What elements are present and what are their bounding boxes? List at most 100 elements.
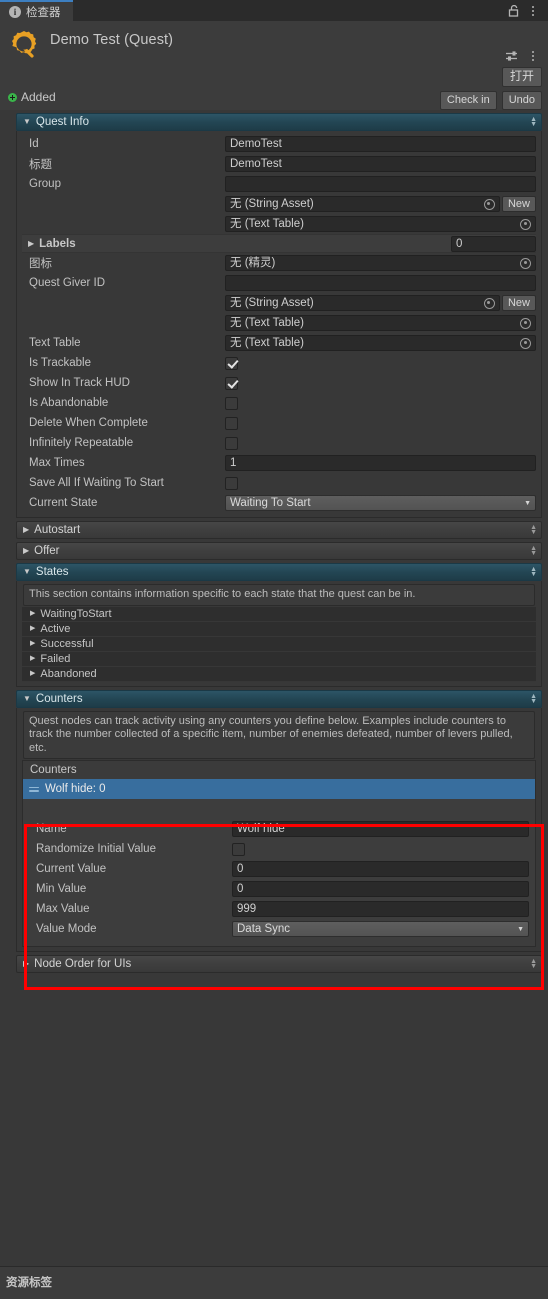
- max-times-input[interactable]: 1: [225, 455, 536, 471]
- giver-text-table-value: 无 (Text Table): [230, 316, 304, 329]
- value-mode-dropdown[interactable]: Data Sync ▼: [232, 921, 529, 937]
- object-picker-icon[interactable]: [520, 317, 531, 329]
- state-foldout-active[interactable]: ▶ Active: [22, 621, 536, 637]
- section-header-autostart[interactable]: ▶ Autostart ▲ ▼: [16, 521, 542, 539]
- section-settings-icon[interactable]: ▲ ▼: [530, 693, 537, 705]
- row-labels-array[interactable]: ▶ Labels 0: [22, 234, 536, 253]
- show-in-track-hud-checkbox[interactable]: [225, 376, 238, 390]
- counters-list-item[interactable]: Wolf hide: 0: [22, 779, 536, 799]
- new-giver-string-asset-button[interactable]: New: [501, 295, 536, 311]
- object-picker-icon[interactable]: [520, 337, 531, 349]
- check-in-button[interactable]: Check in: [439, 91, 497, 110]
- row-delete-when-complete: Delete When Complete: [22, 413, 536, 433]
- chevron-down-icon: ▼: [524, 499, 531, 507]
- label-randomize-initial-value: Randomize Initial Value: [36, 843, 156, 855]
- save-all-if-waiting-checkbox[interactable]: [225, 476, 238, 490]
- title-input[interactable]: DemoTest: [225, 156, 536, 172]
- object-picker-icon[interactable]: [520, 257, 531, 269]
- current-state-dropdown[interactable]: Waiting To Start ▼: [225, 495, 536, 511]
- chevron-right-icon: ▶: [30, 625, 36, 632]
- section-header-offer[interactable]: ▶ Offer ▲ ▼: [16, 542, 542, 560]
- row-save-all-if-waiting: Save All If Waiting To Start: [22, 473, 536, 493]
- preset-icon[interactable]: [503, 47, 521, 65]
- max-value-input[interactable]: 999: [232, 901, 529, 917]
- label-labels: Labels: [39, 237, 76, 250]
- object-picker-icon[interactable]: [483, 297, 495, 309]
- label-group: Group: [29, 178, 61, 190]
- title-string-asset-field[interactable]: 无 (String Asset): [225, 196, 500, 212]
- state-foldout-waitingtostart[interactable]: ▶ WaitingToStart: [22, 606, 536, 622]
- chevron-right-icon: ▶: [28, 238, 35, 248]
- state-foldout-successful[interactable]: ▶ Successful: [22, 636, 536, 652]
- is-abandonable-checkbox[interactable]: [225, 396, 238, 410]
- text-table-field[interactable]: 无 (Text Table): [225, 335, 536, 351]
- is-trackable-checkbox[interactable]: [225, 356, 238, 370]
- header-actions: [503, 47, 542, 65]
- counter-detail-panel: Name Wolf hide Randomize Initial Value C…: [22, 799, 536, 947]
- section-settings-icon[interactable]: ▲ ▼: [530, 958, 537, 970]
- open-button[interactable]: 打开: [501, 67, 542, 87]
- section-header-states[interactable]: ▼ States ▲ ▼: [16, 563, 542, 581]
- infinitely-repeatable-checkbox[interactable]: [225, 436, 238, 450]
- section-settings-icon[interactable]: ▲ ▼: [530, 524, 537, 536]
- section-settings-icon[interactable]: ▲ ▼: [530, 545, 537, 557]
- label-max-value: Max Value: [36, 903, 90, 915]
- label-is-trackable: Is Trackable: [29, 357, 91, 369]
- section-header-counters[interactable]: ▼ Counters ▲ ▼: [16, 689, 542, 708]
- section-header-node-order[interactable]: ▶ Node Order for UIs ▲ ▼: [16, 955, 542, 973]
- icon-sprite-field[interactable]: 无 (精灵): [225, 255, 536, 271]
- state-foldout-abandoned[interactable]: ▶ Abandoned: [22, 666, 536, 682]
- lock-icon[interactable]: [504, 2, 522, 20]
- current-value-input[interactable]: 0: [232, 861, 529, 877]
- row-infinitely-repeatable: Infinitely Repeatable: [22, 433, 536, 453]
- label-show-in-track-hud: Show In Track HUD: [29, 377, 130, 389]
- chevron-right-icon: ▶: [30, 670, 36, 677]
- object-title-row: Demo Test (Quest): [0, 21, 548, 64]
- label-text-table: Text Table: [29, 337, 81, 349]
- label-min-value: Min Value: [36, 883, 87, 895]
- object-kebab-menu-icon[interactable]: [524, 47, 542, 65]
- state-foldout-failed[interactable]: ▶ Failed: [22, 651, 536, 667]
- row-title-string-asset: 无 (String Asset) New: [22, 194, 536, 214]
- state-label: Active: [40, 622, 71, 635]
- section-settings-icon[interactable]: ▲ ▼: [530, 116, 537, 128]
- min-value-input[interactable]: 0: [232, 881, 529, 897]
- object-picker-icon[interactable]: [483, 198, 495, 210]
- counter-name-input[interactable]: Wolf hide: [232, 821, 529, 837]
- delete-when-complete-checkbox[interactable]: [225, 416, 238, 430]
- section-settings-icon[interactable]: ▲ ▼: [530, 566, 537, 578]
- tab-inspector[interactable]: i 检查器: [0, 0, 73, 21]
- title-text-table-field[interactable]: 无 (Text Table): [225, 216, 536, 232]
- section-header-quest-info[interactable]: ▼ Quest Info ▲ ▼: [16, 113, 542, 131]
- drag-handle-icon[interactable]: [29, 786, 39, 792]
- tab-inspector-label: 检查器: [26, 6, 61, 19]
- section-offer: ▶ Offer ▲ ▼: [16, 542, 542, 560]
- giver-text-table-field[interactable]: 无 (Text Table): [225, 315, 536, 331]
- state-label: Failed: [40, 652, 71, 665]
- labels-size-input[interactable]: 0: [451, 235, 536, 252]
- chevron-right-icon: ▶: [30, 640, 36, 647]
- vcs-actions: Check in Undo: [439, 91, 542, 110]
- label-save-all-if-waiting: Save All If Waiting To Start: [29, 477, 164, 489]
- new-string-asset-button[interactable]: New: [501, 196, 536, 212]
- label-id: Id: [29, 138, 39, 150]
- asset-labels-title: 资源标签: [6, 1277, 52, 1289]
- section-title: Quest Info: [35, 116, 89, 128]
- row-current-value: Current Value 0: [29, 859, 529, 879]
- id-input[interactable]: DemoTest: [225, 136, 536, 152]
- group-input[interactable]: [225, 176, 536, 192]
- undo-button[interactable]: Undo: [501, 91, 542, 110]
- giver-string-asset-field[interactable]: 无 (String Asset): [225, 295, 500, 311]
- object-picker-icon[interactable]: [520, 218, 531, 230]
- row-randomize-initial-value: Randomize Initial Value: [29, 839, 529, 859]
- label-title: 标题: [29, 159, 52, 171]
- section-body-quest-info: Id DemoTest 标题 DemoTest Group 无 (String …: [16, 131, 542, 518]
- label-current-state: Current State: [29, 497, 98, 509]
- section-states: ▼ States ▲ ▼ This section contains inform…: [16, 563, 542, 687]
- label-infinitely-repeatable: Infinitely Repeatable: [29, 437, 134, 449]
- randomize-initial-value-checkbox[interactable]: [232, 842, 245, 856]
- quest-giver-id-input[interactable]: [225, 275, 536, 291]
- row-giver-string-asset: 无 (String Asset) New: [22, 293, 536, 313]
- kebab-menu-icon[interactable]: [524, 2, 542, 20]
- object-header: Demo Test (Quest) 打开 Added Check in Undo: [0, 21, 548, 110]
